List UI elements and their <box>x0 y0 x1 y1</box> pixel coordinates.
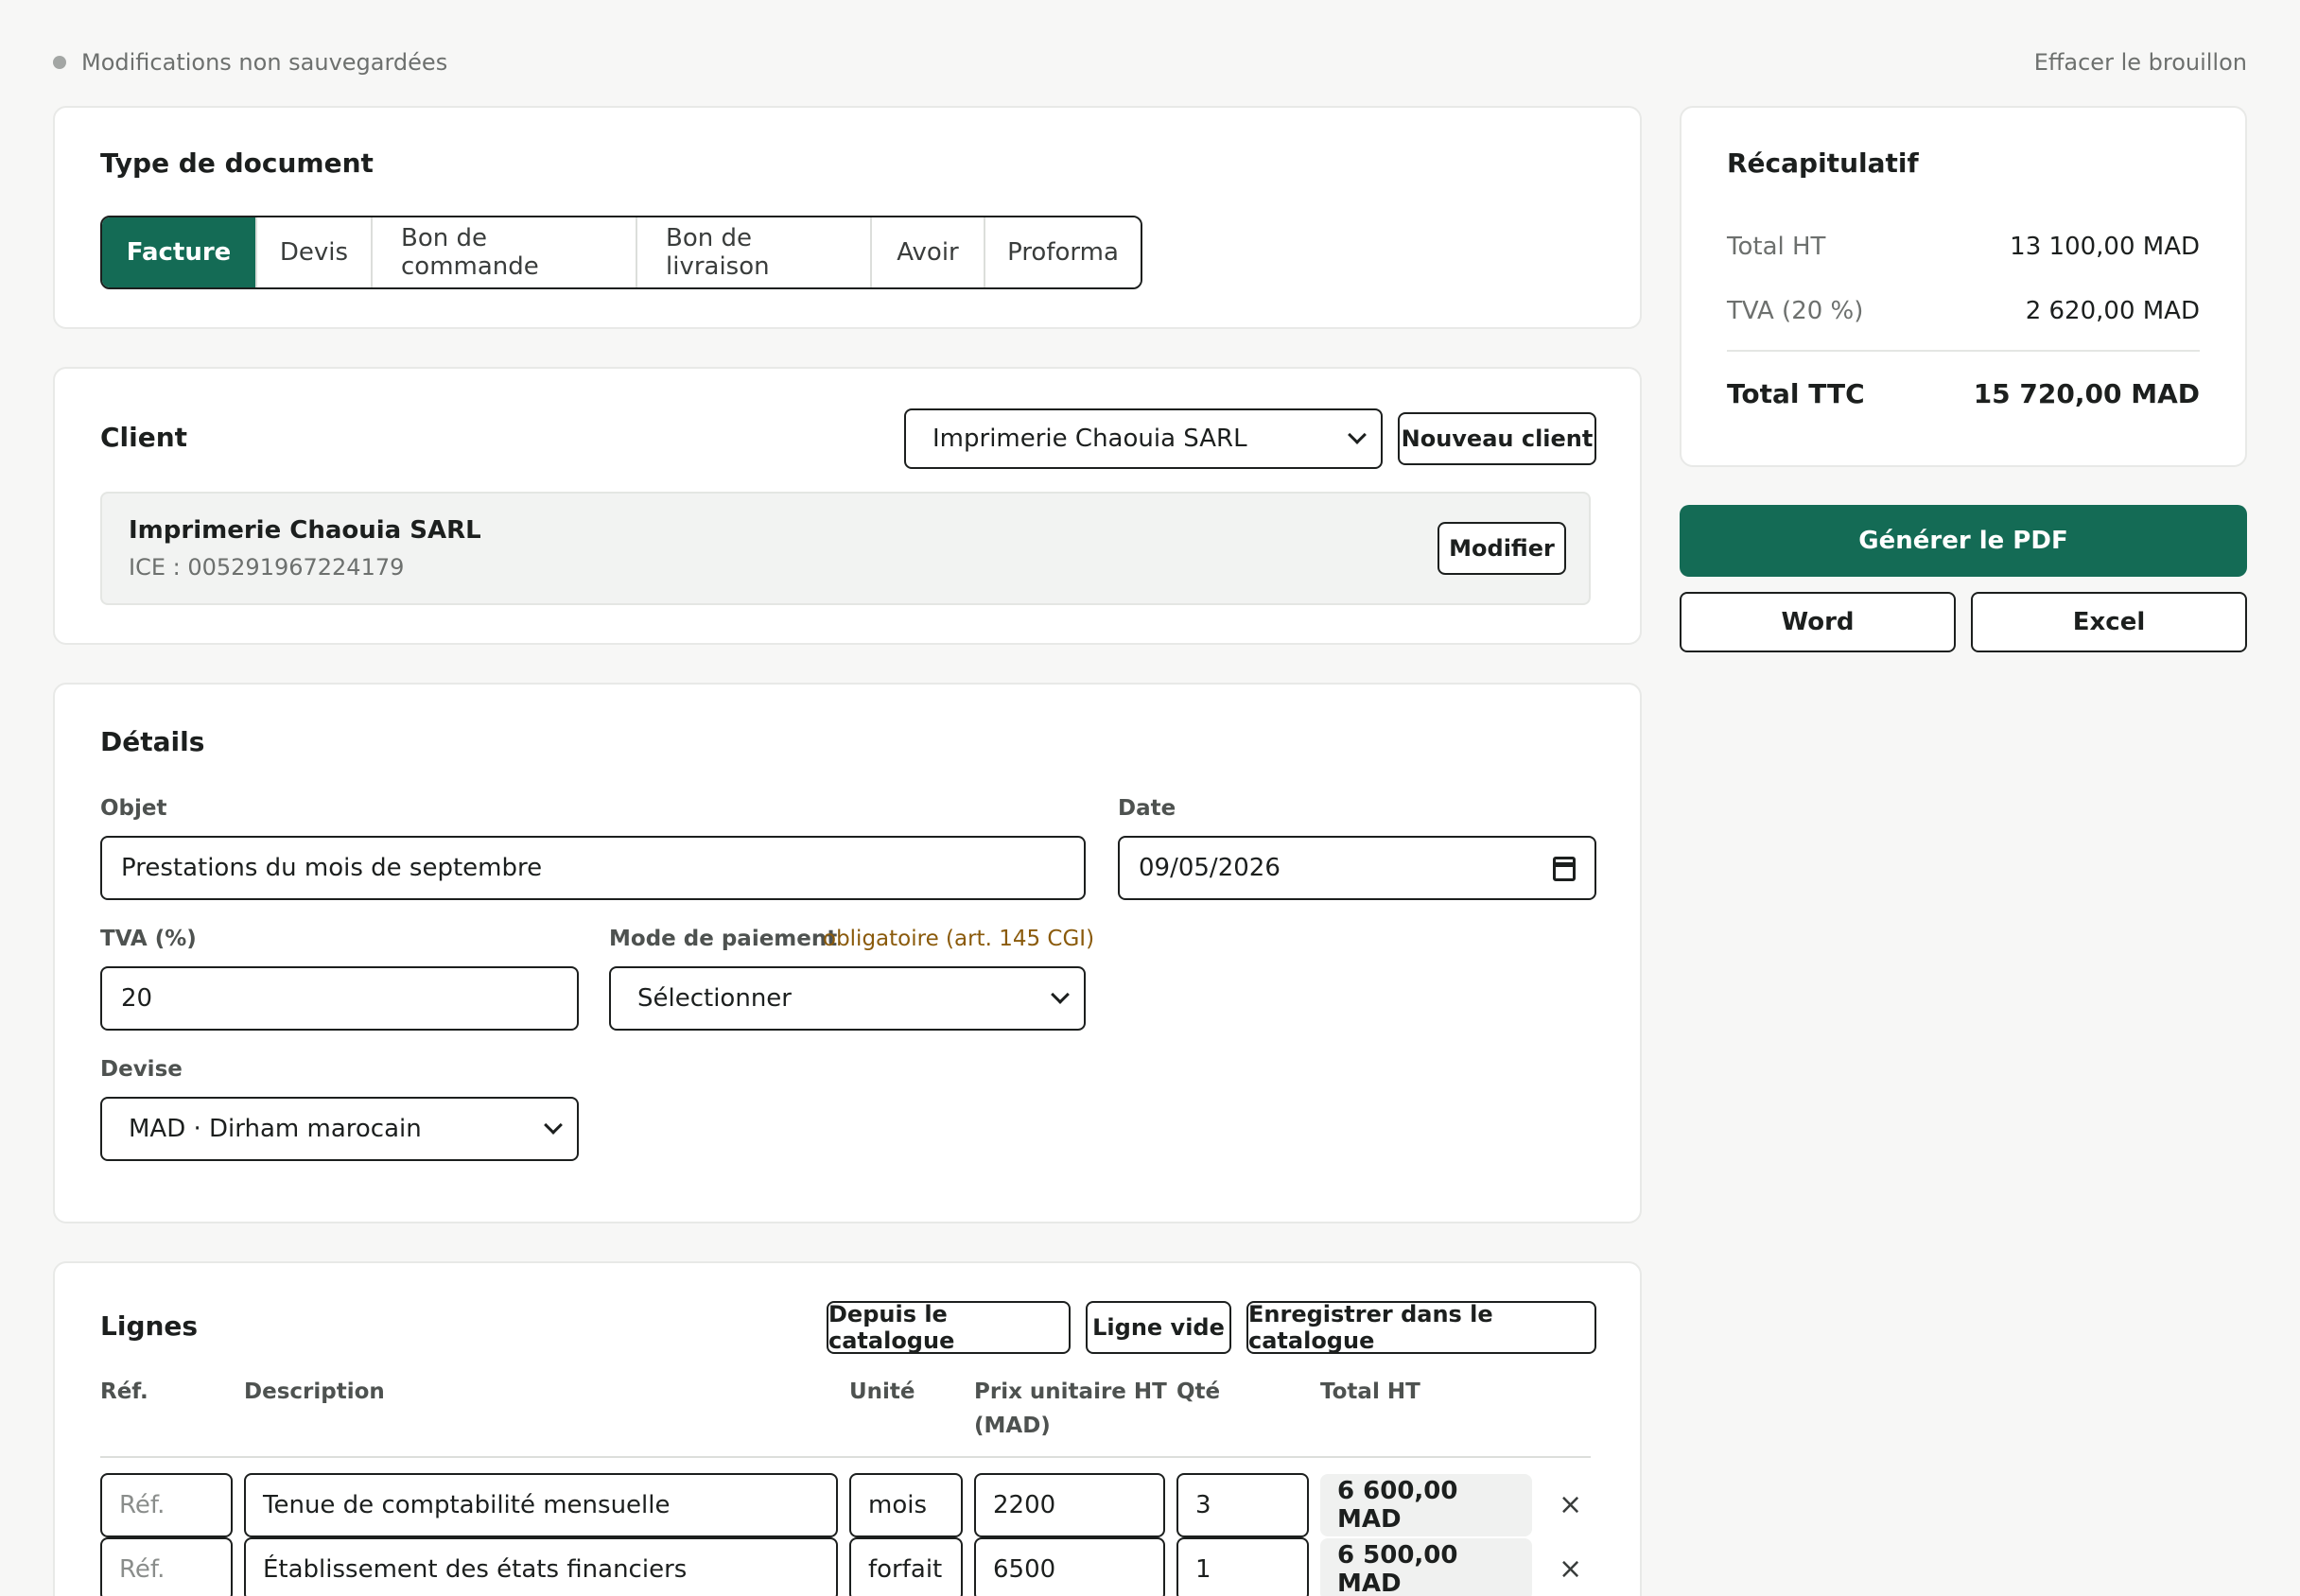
row-1-remove-icon[interactable]: × <box>1559 1473 1582 1537</box>
row-2-qty-input[interactable]: 1 <box>1176 1537 1309 1596</box>
tva-input[interactable]: 20 <box>100 966 579 1031</box>
date-label: Date <box>1118 796 1176 821</box>
payment-select-value: Sélectionner <box>637 984 792 1013</box>
doc-type-facture[interactable]: Facture <box>102 217 255 287</box>
doc-type-bon-de-livraison[interactable]: Bon de livraison <box>636 217 870 287</box>
doc-type-avoir[interactable]: Avoir <box>870 217 984 287</box>
col-qty: Qté <box>1176 1379 1221 1404</box>
row-2-total: 6 500,00 MAD <box>1320 1538 1532 1596</box>
generate-pdf-button[interactable]: Générer le PDF <box>1680 505 2247 577</box>
row-2-remove-icon[interactable]: × <box>1559 1537 1582 1596</box>
clear-draft-link[interactable]: Effacer le brouillon <box>2034 49 2247 76</box>
summary-ht-row: Total HT 13 100,00 MAD <box>1727 233 2200 261</box>
summary-ht-value: 13 100,00 MAD <box>2010 233 2200 261</box>
status-bar: Modifications non sauvegardées Effacer l… <box>53 47 2247 78</box>
row-1-ref-input[interactable]: Réf. <box>100 1473 233 1537</box>
export-word-button[interactable]: Word <box>1680 592 1956 652</box>
row-2-price-input[interactable]: 6500 <box>974 1537 1165 1596</box>
objet-label: Objet <box>100 796 167 821</box>
chevron-down-icon <box>544 1116 563 1135</box>
client-select[interactable]: Imprimerie Chaouia SARL <box>904 408 1383 469</box>
new-client-button[interactable]: Nouveau client <box>1398 412 1596 465</box>
tva-value: 20 <box>121 984 153 1013</box>
summary-ttc-value: 15 720,00 MAD <box>1973 378 2200 409</box>
edit-client-button[interactable]: Modifier <box>1438 522 1566 575</box>
summary-ttc-label: Total TTC <box>1727 378 1865 409</box>
client-title: Client <box>100 422 188 453</box>
summary-tva-label: TVA (20 %) <box>1727 297 1864 325</box>
summary-ttc-row: Total TTC 15 720,00 MAD <box>1727 378 2200 409</box>
client-name: Imprimerie Chaouia SARL <box>129 516 481 545</box>
status-dot-icon <box>53 56 66 69</box>
row-1-description-input[interactable]: Tenue de comptabilité mensuelle <box>244 1473 838 1537</box>
summary-card: Récapitulatif Total HT 13 100,00 MAD TVA… <box>1680 106 2247 467</box>
row-2-ref-input[interactable]: Réf. <box>100 1537 233 1596</box>
client-info-box: Imprimerie Chaouia SARL ICE : 0052919672… <box>100 492 1591 605</box>
empty-line-button[interactable]: Ligne vide <box>1086 1301 1231 1354</box>
date-input[interactable]: 09/05/2026 <box>1118 836 1596 900</box>
summary-ht-label: Total HT <box>1727 233 1826 261</box>
chevron-down-icon <box>1051 985 1070 1004</box>
summary-tva-value: 2 620,00 MAD <box>2025 297 2200 325</box>
row-1-total: 6 600,00 MAD <box>1320 1474 1532 1536</box>
col-price-line-1: Prix unitaire HT <box>974 1379 1167 1404</box>
row-1-unit-input[interactable]: mois <box>849 1473 963 1537</box>
doc-type-bon-de-commande[interactable]: Bon de commande <box>371 217 636 287</box>
col-unit: Unité <box>849 1379 915 1404</box>
row-2-description-input[interactable]: Établissement des états financiers <box>244 1537 838 1596</box>
col-ref: Réf. <box>100 1379 148 1404</box>
row-1-qty-input[interactable]: 3 <box>1176 1473 1309 1537</box>
summary-divider <box>1727 350 2200 352</box>
payment-label: Mode de paiement <box>609 927 838 951</box>
document-type-title: Type de document <box>100 147 374 179</box>
lines-card: Lignes Depuis le catalogue Ligne vide En… <box>53 1261 1642 1596</box>
document-type-card: Type de document Facture Devis Bon de co… <box>53 106 1642 329</box>
objet-input[interactable]: Prestations du mois de septembre <box>100 836 1086 900</box>
calendar-icon[interactable] <box>1553 857 1576 881</box>
unsaved-label: Modifications non sauvegardées <box>81 49 448 76</box>
col-description: Description <box>244 1379 385 1404</box>
doc-type-proforma[interactable]: Proforma <box>984 217 1141 287</box>
client-card: Client Imprimerie Chaouia SARL Nouveau c… <box>53 367 1642 645</box>
objet-value: Prestations du mois de septembre <box>121 854 543 882</box>
chevron-down-icon <box>1348 425 1367 444</box>
payment-select[interactable]: Sélectionner <box>609 966 1086 1031</box>
currency-label: Devise <box>100 1057 183 1082</box>
currency-select-value: MAD · Dirham marocain <box>129 1115 422 1143</box>
row-1-price-input[interactable]: 2200 <box>974 1473 1165 1537</box>
document-type-segmented-control: Facture Devis Bon de commande Bon de liv… <box>100 216 1142 289</box>
unsaved-indicator: Modifications non sauvegardées <box>53 49 447 76</box>
client-select-value: Imprimerie Chaouia SARL <box>932 425 1247 453</box>
currency-select[interactable]: MAD · Dirham marocain <box>100 1097 579 1161</box>
doc-type-devis[interactable]: Devis <box>255 217 371 287</box>
client-ice: ICE : 005291967224179 <box>129 554 405 581</box>
save-to-catalogue-button[interactable]: Enregistrer dans le catalogue <box>1246 1301 1596 1354</box>
tva-label: TVA (%) <box>100 927 197 951</box>
row-2-unit-input[interactable]: forfait <box>849 1537 963 1596</box>
summary-title: Récapitulatif <box>1727 147 1919 179</box>
from-catalogue-button[interactable]: Depuis le catalogue <box>827 1301 1071 1354</box>
details-title: Détails <box>100 726 205 757</box>
export-excel-button[interactable]: Excel <box>1971 592 2247 652</box>
payment-hint: obligatoire (art. 145 CGI) <box>823 927 1095 951</box>
col-price-line-2: (MAD) <box>974 1414 1051 1438</box>
table-header-divider <box>100 1456 1591 1458</box>
date-value: 09/05/2026 <box>1139 854 1281 882</box>
col-total: Total HT <box>1320 1379 1420 1404</box>
lines-title: Lignes <box>100 1310 199 1342</box>
summary-tva-row: TVA (20 %) 2 620,00 MAD <box>1727 297 2200 325</box>
details-card: Détails Objet Prestations du mois de sep… <box>53 683 1642 1223</box>
col-price: Prix unitaire HT (MAD) <box>974 1375 1167 1443</box>
